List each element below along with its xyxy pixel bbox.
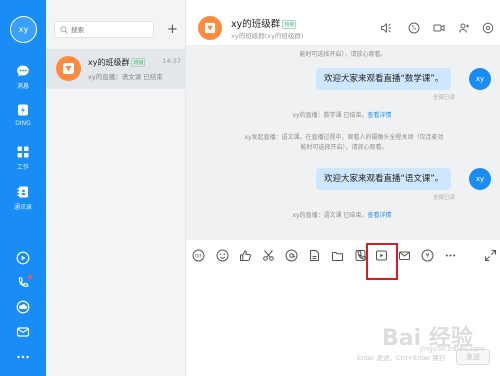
nav-label-contacts: 通讯录 bbox=[13, 204, 32, 211]
ding-icon bbox=[18, 104, 28, 116]
nav-rail: xy 消息 DING 工作 通讯录 bbox=[0, 0, 46, 376]
chat-bubble-icon bbox=[17, 65, 29, 77]
svg-text:¥: ¥ bbox=[426, 254, 430, 260]
conversation-list-pane: + xy的班级群班级 14:37 xy的直播：语文课 已结束 bbox=[46, 0, 186, 376]
highlight-box bbox=[366, 243, 398, 280]
conversation-name: xy的班级群 班级 bbox=[88, 57, 146, 68]
expand-icon[interactable] bbox=[484, 249, 497, 262]
chat-title-text: xy的班级群 bbox=[231, 19, 281, 30]
nav-label-messages: 消息 bbox=[16, 83, 29, 90]
play-circle-icon[interactable] bbox=[16, 251, 30, 265]
conversation-preview: xy的直播：语文课 已结束 bbox=[88, 73, 163, 81]
phone-icon[interactable] bbox=[408, 22, 420, 34]
at-icon[interactable] bbox=[285, 249, 298, 262]
group-logo-icon bbox=[63, 63, 74, 74]
conversation-name-text: xy的班级群 bbox=[88, 58, 130, 67]
live-ended-text: xy的直播：语文课 已结束。 bbox=[292, 212, 368, 219]
conversation-item[interactable]: xy的班级群 班级 14:37 xy的直播：语文课 已结束 bbox=[46, 49, 185, 89]
mail-icon[interactable] bbox=[398, 249, 411, 262]
send-hint: Enter 发送，Ctrl+Enter 换行 bbox=[357, 354, 446, 362]
live-ended-notice: xy的直播：数学课 已结束。查看详情 bbox=[242, 111, 442, 121]
gif-icon[interactable]: GIF bbox=[192, 249, 205, 262]
mail-icon[interactable] bbox=[16, 325, 30, 339]
chat-title: xy的班级群 班级 bbox=[231, 16, 297, 30]
conversation-time: 14:37 bbox=[162, 57, 181, 65]
nav-item-messages[interactable]: 消息 bbox=[0, 64, 46, 90]
svg-text:GIF: GIF bbox=[195, 253, 202, 258]
watermark-url: jingyan.baidu.com bbox=[420, 345, 485, 353]
view-details-link[interactable]: 查看详情 bbox=[368, 212, 392, 219]
contacts-icon bbox=[17, 186, 28, 198]
chat-avatar[interactable] bbox=[198, 16, 222, 40]
system-message: 能时可选择开启），请放心观看。 bbox=[299, 51, 387, 58]
notification-dot bbox=[28, 275, 32, 279]
my-avatar[interactable]: xy bbox=[469, 68, 491, 90]
live-ended-notice: xy的直播：语文课 已结束。查看详情 bbox=[242, 211, 442, 221]
add-member-icon[interactable] bbox=[458, 22, 470, 34]
user-avatar[interactable]: xy bbox=[10, 16, 37, 43]
chat-tag: 班级 bbox=[282, 20, 297, 29]
nav-label-work: 工作 bbox=[16, 164, 29, 171]
nav-item-work[interactable]: 工作 bbox=[0, 145, 46, 171]
conversation-tag: 班级 bbox=[131, 58, 146, 67]
speaker-icon[interactable] bbox=[380, 22, 392, 34]
add-button[interactable]: + bbox=[164, 21, 181, 38]
thumbs-up-icon[interactable] bbox=[239, 249, 252, 262]
search-input[interactable] bbox=[71, 25, 151, 34]
group-avatar bbox=[56, 56, 81, 81]
read-receipt[interactable]: 全部已读 bbox=[433, 93, 455, 101]
chat-header: xy的班级群 班级 xy的班级群(xy的班级群) bbox=[186, 0, 500, 45]
message-area: 能时可选择开启），请放心观看。 欢迎大家来观看直播“数学课”。 xy 全部已读 … bbox=[186, 45, 500, 240]
live-ended-text: xy的直播：数学课 已结束。 bbox=[292, 112, 368, 119]
message-bubble[interactable]: 欢迎大家来观看直播“数学课”。 bbox=[316, 68, 452, 90]
settings-icon[interactable] bbox=[482, 22, 494, 34]
cloud-icon[interactable] bbox=[16, 300, 30, 314]
live-started-line: 能时可选择开启），请放心观看。 bbox=[300, 144, 388, 151]
nav-item-ding[interactable]: DING bbox=[0, 103, 46, 127]
video-icon[interactable] bbox=[433, 22, 445, 34]
red-packet-icon[interactable]: ¥ bbox=[421, 249, 434, 262]
chat-subtitle: xy的班级群(xy的班级群) bbox=[231, 32, 304, 40]
nav-item-contacts[interactable]: 通讯录 bbox=[0, 185, 46, 211]
composer-toolbar: GIF ¥ bbox=[186, 244, 500, 268]
more-icon[interactable] bbox=[444, 249, 457, 262]
file-icon[interactable] bbox=[308, 249, 321, 262]
read-receipt[interactable]: 全部已读 bbox=[433, 193, 455, 201]
group-logo-icon bbox=[204, 22, 216, 34]
nav-label-ding: DING bbox=[15, 120, 31, 127]
more-icon[interactable] bbox=[16, 350, 30, 364]
message-bubble[interactable]: 欢迎大家来观看直播“语文课”。 bbox=[316, 168, 452, 190]
emoji-icon[interactable] bbox=[216, 249, 229, 262]
live-started-notice: xy发起直播：语文课。在直播过程中，观看人的摄像头全程关闭（仅连麦功 能时可选择… bbox=[222, 133, 466, 153]
live-started-line: xy发起直播：语文课。在直播过程中，观看人的摄像头全程关闭（仅连麦功 bbox=[244, 134, 444, 141]
scissors-icon[interactable] bbox=[262, 249, 275, 262]
grid-icon bbox=[17, 146, 29, 158]
search-box[interactable] bbox=[54, 21, 154, 38]
view-details-link[interactable]: 查看详情 bbox=[368, 112, 392, 119]
folder-icon[interactable] bbox=[331, 249, 344, 262]
search-icon bbox=[60, 25, 68, 34]
my-avatar[interactable]: xy bbox=[469, 168, 491, 190]
